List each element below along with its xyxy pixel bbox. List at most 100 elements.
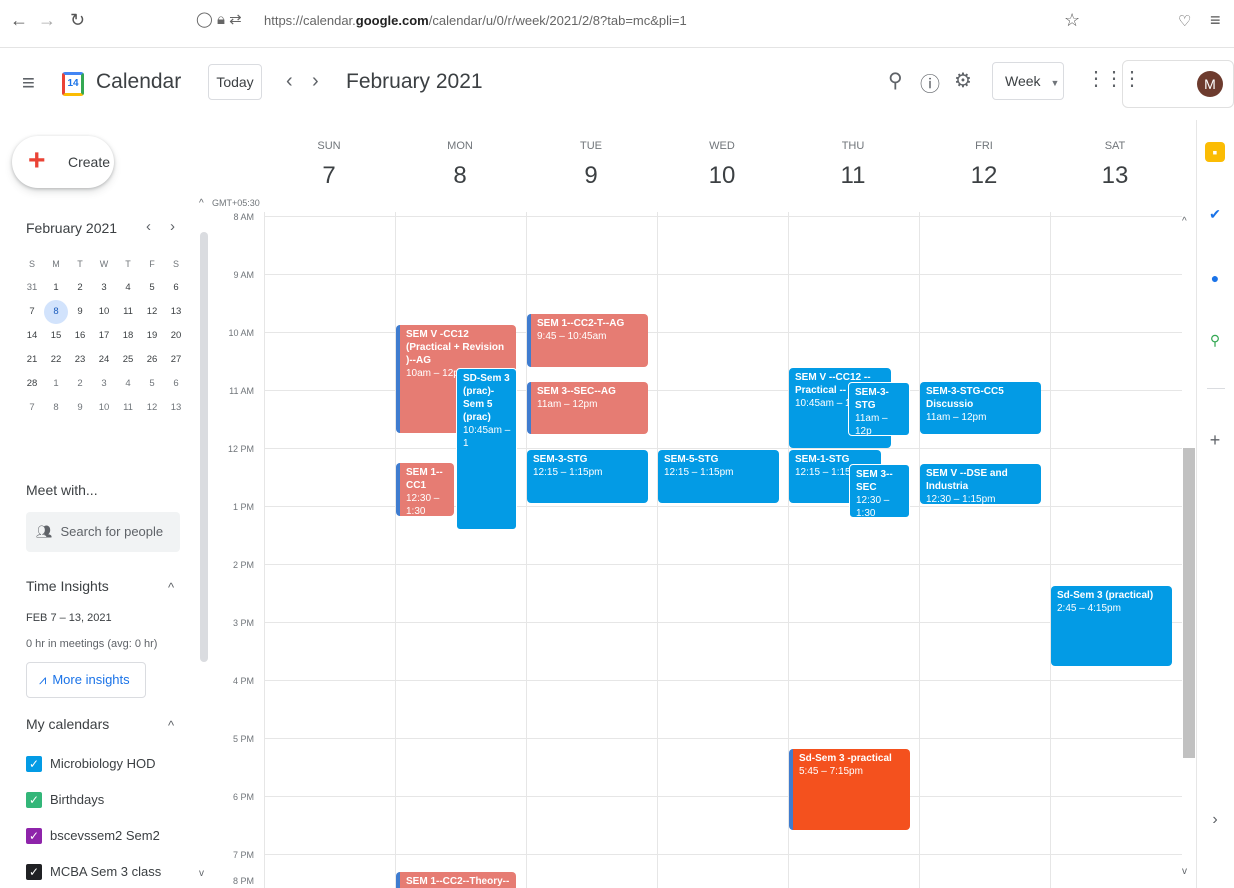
calendar-event[interactable]: SD-Sem 3 (prac)-Sem 5 (prac) 10:45am – 1 bbox=[456, 368, 517, 530]
calendar-event[interactable]: SEM-3-STG-CC5 Discussio 11am – 12pm bbox=[920, 382, 1041, 434]
bookmark-star-icon[interactable]: ☆ bbox=[1064, 10, 1080, 31]
calendar-event[interactable]: SEM-3-STG 11am – 12p bbox=[848, 382, 910, 436]
mini-day[interactable]: 14 bbox=[20, 324, 44, 348]
day-number[interactable]: 8 bbox=[395, 162, 525, 190]
checkbox-icon[interactable]: ✓ bbox=[26, 864, 42, 880]
mini-day[interactable]: 18 bbox=[116, 324, 140, 348]
view-select[interactable]: Week ▼ bbox=[992, 62, 1064, 100]
add-addon-icon[interactable]: + bbox=[1205, 430, 1225, 450]
calendar-event[interactable]: SEM-5-STG 12:15 – 1:15pm bbox=[658, 450, 779, 503]
mini-day[interactable]: 4 bbox=[116, 372, 140, 396]
checkbox-icon[interactable]: ✓ bbox=[26, 756, 42, 772]
day-column-header[interactable]: WED 10 bbox=[657, 140, 787, 190]
mini-day[interactable]: 24 bbox=[92, 348, 116, 372]
more-insights-button[interactable]: ⩘ More insights bbox=[26, 662, 146, 698]
day-column-header[interactable]: SAT 13 bbox=[1050, 140, 1180, 190]
week-time-grid[interactable]: 8 AM 9 AM 10 AM 11 AM 12 PM 1 PM 2 PM 3 … bbox=[212, 212, 1182, 888]
grid-scroll-down-icon[interactable]: v bbox=[1182, 866, 1187, 877]
day-number[interactable]: 11 bbox=[788, 162, 918, 190]
mini-day[interactable]: 13 bbox=[164, 396, 188, 420]
grid-scrollbar[interactable] bbox=[1183, 448, 1195, 758]
sidebar-scroll-up-icon[interactable]: ^ bbox=[199, 198, 204, 209]
mini-day[interactable]: 23 bbox=[68, 348, 92, 372]
mini-day[interactable]: 22 bbox=[44, 348, 68, 372]
mini-day[interactable]: 7 bbox=[20, 396, 44, 420]
day-number[interactable]: 7 bbox=[264, 162, 394, 190]
app-title[interactable]: Calendar bbox=[96, 70, 181, 94]
mini-day[interactable]: 6 bbox=[164, 372, 188, 396]
help-icon[interactable]: ⓘ bbox=[920, 68, 940, 97]
mini-day[interactable]: 16 bbox=[68, 324, 92, 348]
calendar-event[interactable]: Sd-Sem 3 (practical) 2:45 – 4:15pm bbox=[1051, 586, 1172, 666]
next-week-icon[interactable]: › bbox=[312, 70, 319, 93]
search-icon[interactable]: ⚲ bbox=[888, 68, 903, 93]
avatar[interactable]: M bbox=[1197, 71, 1223, 97]
calendar-event[interactable]: SEM 1--CC2-T--AG 9:45 – 10:45am bbox=[527, 314, 648, 367]
calendar-event[interactable]: SEM 1--CC1 12:30 – 1:30 bbox=[396, 463, 454, 516]
day-column-header[interactable]: TUE 9 bbox=[526, 140, 656, 190]
reload-icon[interactable]: ↻ bbox=[70, 10, 85, 31]
mini-day[interactable]: 27 bbox=[164, 348, 188, 372]
pocket-icon[interactable]: ♡ bbox=[1178, 12, 1191, 30]
mini-day[interactable]: 1 bbox=[44, 372, 68, 396]
day-number[interactable]: 12 bbox=[919, 162, 1049, 190]
time-insights-heading[interactable]: Time Insights bbox=[26, 578, 109, 594]
mini-day[interactable]: 9 bbox=[68, 300, 92, 324]
mini-day[interactable]: 8 bbox=[44, 396, 68, 420]
mini-day[interactable]: 3 bbox=[92, 276, 116, 300]
today-button[interactable]: Today bbox=[208, 64, 262, 100]
mini-day[interactable]: 20 bbox=[164, 324, 188, 348]
collapse-caret-icon[interactable]: ^ bbox=[168, 580, 174, 595]
mini-day[interactable]: 5 bbox=[140, 372, 164, 396]
contacts-icon[interactable]: ● bbox=[1205, 268, 1225, 288]
mini-day[interactable]: 19 bbox=[140, 324, 164, 348]
checkbox-icon[interactable]: ✓ bbox=[26, 792, 42, 808]
day-column-header[interactable]: FRI 12 bbox=[919, 140, 1049, 190]
mini-prev-icon[interactable]: ‹ bbox=[146, 218, 151, 235]
maps-pin-icon[interactable]: ⚲ bbox=[1205, 330, 1225, 350]
main-menu-icon[interactable]: ≡ bbox=[22, 70, 35, 96]
sidebar-scroll-down-icon[interactable]: v bbox=[199, 868, 204, 879]
mini-day[interactable]: 12 bbox=[140, 396, 164, 420]
back-icon[interactable]: ← bbox=[10, 10, 28, 31]
forward-icon[interactable]: → bbox=[38, 10, 56, 31]
mini-day[interactable]: 12 bbox=[140, 300, 164, 324]
mini-day[interactable]: 10 bbox=[92, 300, 116, 324]
url-bar[interactable]: https://calendar.google.com/calendar/u/0… bbox=[264, 13, 687, 28]
mini-day[interactable]: 3 bbox=[92, 372, 116, 396]
mini-day[interactable]: 15 bbox=[44, 324, 68, 348]
expand-panel-icon[interactable]: › bbox=[1205, 810, 1225, 830]
calendar-event[interactable]: SEM 1--CC2--Theory--AG bbox=[396, 872, 516, 888]
mini-day[interactable]: 7 bbox=[20, 300, 44, 324]
mini-day[interactable]: 17 bbox=[92, 324, 116, 348]
mini-day[interactable]: 2 bbox=[68, 276, 92, 300]
mini-day[interactable]: 9 bbox=[68, 396, 92, 420]
mini-day[interactable]: 28 bbox=[20, 372, 44, 396]
mini-next-icon[interactable]: › bbox=[170, 218, 175, 235]
mini-day[interactable]: 26 bbox=[140, 348, 164, 372]
mini-day[interactable]: 2 bbox=[68, 372, 92, 396]
keep-icon[interactable]: ▪ bbox=[1205, 142, 1225, 162]
grid-scroll-up-icon[interactable]: ^ bbox=[1182, 216, 1187, 227]
mini-day-selected[interactable]: 8 bbox=[44, 300, 68, 324]
day-column-header[interactable]: SUN 7 bbox=[264, 140, 394, 190]
day-column-header[interactable]: THU 11 bbox=[788, 140, 918, 190]
mini-day[interactable]: 21 bbox=[20, 348, 44, 372]
mini-day[interactable]: 4 bbox=[116, 276, 140, 300]
browser-menu-icon[interactable]: ≡ bbox=[1210, 10, 1221, 31]
day-number[interactable]: 13 bbox=[1050, 162, 1180, 190]
mini-day[interactable]: 5 bbox=[140, 276, 164, 300]
create-button[interactable]: + Create bbox=[12, 136, 114, 188]
day-number[interactable]: 9 bbox=[526, 162, 656, 190]
site-info-icon[interactable]: ◯ 🔒︎ ⇄ bbox=[196, 10, 242, 28]
mini-day[interactable]: 10 bbox=[92, 396, 116, 420]
my-calendars-heading[interactable]: My calendars bbox=[26, 716, 109, 732]
day-column-header[interactable]: MON 8 bbox=[395, 140, 525, 190]
mini-day[interactable]: 6 bbox=[164, 276, 188, 300]
sidebar-scrollbar[interactable] bbox=[200, 232, 208, 662]
calendar-event[interactable]: SEM V --DSE and Industria 12:30 – 1:15pm bbox=[920, 464, 1041, 504]
checkbox-icon[interactable]: ✓ bbox=[26, 828, 42, 844]
mini-day[interactable]: 31 bbox=[20, 276, 44, 300]
mini-day[interactable]: 1 bbox=[44, 276, 68, 300]
calendar-event[interactable]: SEM-3-STG 12:15 – 1:15pm bbox=[527, 450, 648, 503]
